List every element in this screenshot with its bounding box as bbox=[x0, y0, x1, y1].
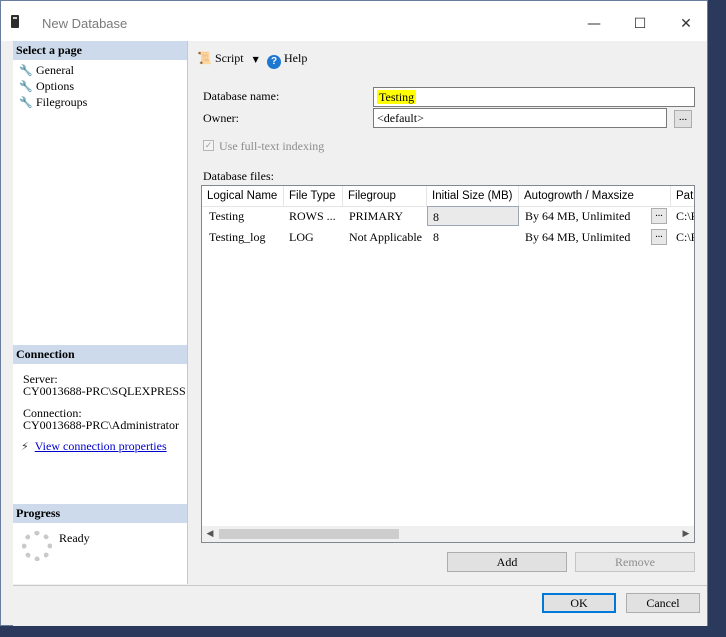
owner-browse-button[interactable]: ... bbox=[674, 110, 692, 128]
autogrowth-edit-button[interactable]: ... bbox=[651, 229, 667, 245]
col-header-filegroup[interactable]: Filegroup bbox=[343, 186, 427, 206]
ssms-app-icon bbox=[11, 15, 19, 28]
view-connection-link[interactable]: View connection properties bbox=[35, 439, 167, 453]
cell-filegroup[interactable]: Not Applicable bbox=[343, 227, 427, 247]
window-title: New Database bbox=[42, 16, 128, 31]
database-name-input[interactable]: Testing bbox=[373, 87, 695, 107]
owner-input[interactable]: <default> bbox=[373, 108, 667, 128]
database-files-grid[interactable]: Logical Name File Type Filegroup Initial… bbox=[201, 185, 695, 543]
maximize-button[interactable]: ☐ bbox=[617, 11, 663, 37]
connection-header: Connection bbox=[13, 345, 187, 364]
cancel-button[interactable]: Cancel bbox=[626, 593, 700, 613]
scroll-right-icon[interactable]: ▶ bbox=[678, 526, 694, 542]
script-icon: 📜 bbox=[197, 51, 212, 65]
help-label: Help bbox=[284, 51, 308, 65]
close-button[interactable]: ✕ bbox=[663, 11, 709, 37]
title-bar[interactable]: New Database — ☐ ✕ bbox=[1, 1, 707, 41]
cell-path[interactable]: C:\F bbox=[671, 206, 694, 226]
cell-path[interactable]: C:\F bbox=[671, 227, 694, 247]
help-button[interactable]: ? Help bbox=[267, 49, 308, 69]
page-label: Filegroups bbox=[36, 95, 88, 109]
page-label: General bbox=[36, 63, 74, 77]
cell-logical-name[interactable]: Testing_log bbox=[202, 227, 284, 247]
cell-initial-size[interactable]: 8 bbox=[427, 206, 519, 226]
wrench-icon: 🔧 bbox=[19, 96, 33, 109]
wrench-icon: 🔧 bbox=[19, 64, 33, 77]
page-label: Options bbox=[36, 79, 75, 93]
new-database-window: New Database — ☐ ✕ Select a page 🔧 Genera… bbox=[0, 0, 708, 626]
remove-button[interactable]: Remove bbox=[575, 552, 695, 572]
horizontal-scrollbar[interactable]: ◀ ▶ bbox=[202, 526, 694, 542]
help-icon: ? bbox=[267, 55, 281, 69]
progress-header: Progress bbox=[13, 504, 187, 523]
owner-label: Owner: bbox=[203, 111, 239, 125]
database-name-label: Database name: bbox=[203, 89, 280, 103]
database-files-label: Database files: bbox=[203, 169, 274, 183]
col-header-autogrowth[interactable]: Autogrowth / Maxsize bbox=[519, 186, 671, 206]
minimize-button[interactable]: — bbox=[571, 11, 617, 37]
ok-button[interactable]: OK bbox=[542, 593, 616, 613]
scrollbar-thumb[interactable] bbox=[219, 529, 399, 539]
left-pane: Select a page 🔧 General 🔧 Options 🔧 Filegro… bbox=[13, 41, 188, 584]
script-label: Script bbox=[214, 51, 244, 65]
cell-autogrowth[interactable]: By 64 MB, Unlimited bbox=[519, 206, 649, 226]
cell-logical-name[interactable]: Testing bbox=[202, 206, 284, 226]
page-item-general[interactable]: 🔧 General bbox=[19, 62, 74, 78]
cell-filegroup[interactable]: PRIMARY bbox=[343, 206, 427, 226]
select-page-header: Select a page bbox=[13, 41, 187, 60]
page-item-options[interactable]: 🔧 Options bbox=[19, 78, 74, 94]
script-button[interactable]: 📜 Script ▼ bbox=[197, 49, 259, 67]
autogrowth-edit-button[interactable]: ... bbox=[651, 208, 667, 224]
fulltext-checkbox[interactable]: ✓ bbox=[203, 140, 214, 151]
add-button[interactable]: Add bbox=[447, 552, 567, 572]
view-connection-properties[interactable]: ⚡ View connection properties bbox=[21, 440, 167, 453]
database-name-value: Testing bbox=[377, 90, 417, 104]
progress-spinner-icon bbox=[22, 531, 52, 561]
connection-value: CY0013688-PRC\Administrator bbox=[23, 418, 180, 432]
col-header-logical-name[interactable]: Logical Name bbox=[202, 186, 284, 206]
wrench-icon: 🔧 bbox=[19, 80, 33, 93]
cell-file-type[interactable]: ROWS ... bbox=[284, 206, 343, 226]
cell-autogrowth[interactable]: By 64 MB, Unlimited bbox=[519, 227, 649, 247]
progress-status: Ready bbox=[59, 531, 90, 545]
scroll-left-icon[interactable]: ◀ bbox=[202, 526, 218, 542]
col-header-path[interactable]: Path bbox=[671, 186, 694, 206]
page-item-filegroups[interactable]: 🔧 Filegroups bbox=[19, 94, 87, 110]
col-header-file-type[interactable]: File Type bbox=[284, 186, 343, 206]
plug-icon: ⚡ bbox=[21, 440, 29, 453]
fulltext-label: Use full-text indexing bbox=[219, 139, 325, 153]
dropdown-arrow-icon: ▼ bbox=[252, 55, 259, 64]
col-header-initial-size[interactable]: Initial Size (MB) bbox=[427, 186, 519, 206]
cell-file-type[interactable]: LOG bbox=[284, 227, 343, 247]
cell-initial-size[interactable]: 8 bbox=[427, 227, 519, 247]
server-value: CY0013688-PRC\SQLEXPRESS bbox=[23, 384, 186, 398]
